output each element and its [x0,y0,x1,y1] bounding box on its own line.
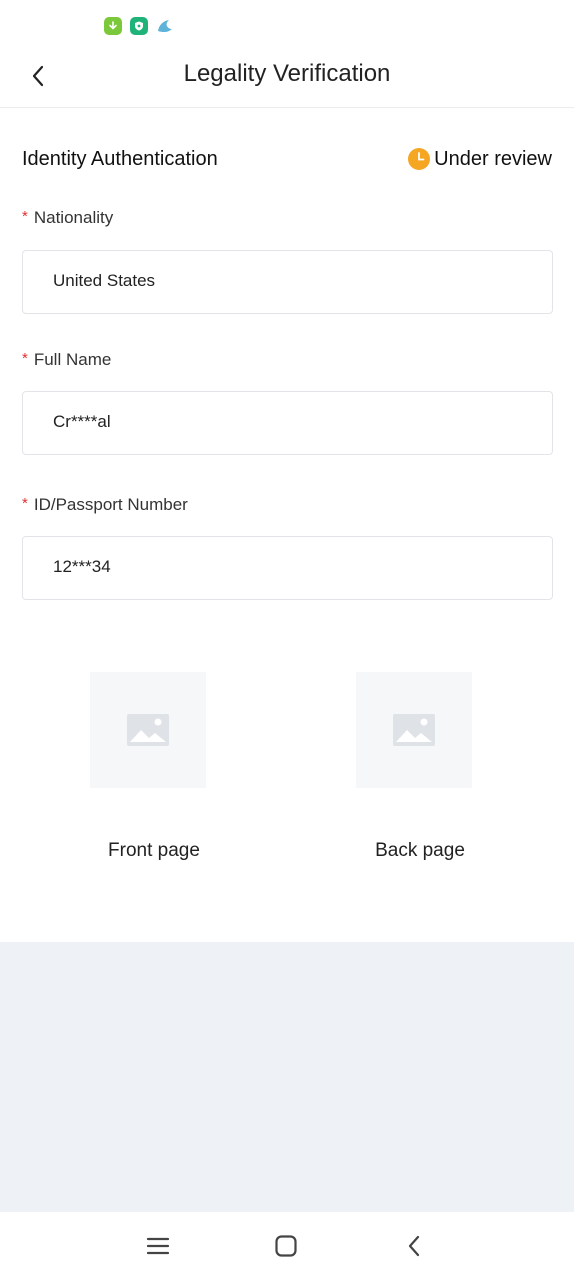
system-back-button[interactable] [394,1230,434,1262]
front-page-photo[interactable] [90,672,206,788]
shield-icon [130,17,148,35]
back-icon [408,1235,420,1257]
status-icons [104,17,174,35]
required-marker: * [22,208,28,225]
recent-apps-button[interactable] [138,1230,178,1262]
section-title: Identity Authentication [22,147,218,170]
required-marker: * [22,350,28,367]
full-name-label: * Full Name [22,350,112,369]
required-marker: * [22,495,28,512]
section-header: Identity Authentication Under review [22,144,552,174]
page-title: Legality Verification [183,60,391,87]
header: Legality Verification [0,48,574,108]
download-icon [104,17,122,35]
nationality-field[interactable]: United States [22,250,553,314]
id-passport-label: * ID/Passport Number [22,495,188,514]
id-passport-field[interactable]: 12***34 [22,536,553,600]
nationality-label: * Nationality [22,208,114,227]
empty-background-area [0,942,574,1212]
back-page-photo[interactable] [356,672,472,788]
home-icon [275,1235,297,1257]
image-placeholder-icon [393,714,435,746]
status-bar [0,0,574,48]
image-placeholder-icon [127,714,169,746]
review-status: Under review [407,147,552,171]
system-nav-bar [0,1212,574,1280]
bird-icon [156,17,174,35]
back-page-label: Back page [375,840,465,861]
clock-icon [408,148,431,170]
front-page-label: Front page [108,840,200,861]
status-text: Under review [434,147,552,170]
nationality-value: United States [53,271,156,290]
home-button[interactable] [266,1230,306,1262]
id-passport-value: 12***34 [53,557,111,576]
menu-icon [146,1237,170,1255]
full-name-field[interactable]: Cr****al [22,391,553,455]
full-name-value: Cr****al [53,412,111,431]
